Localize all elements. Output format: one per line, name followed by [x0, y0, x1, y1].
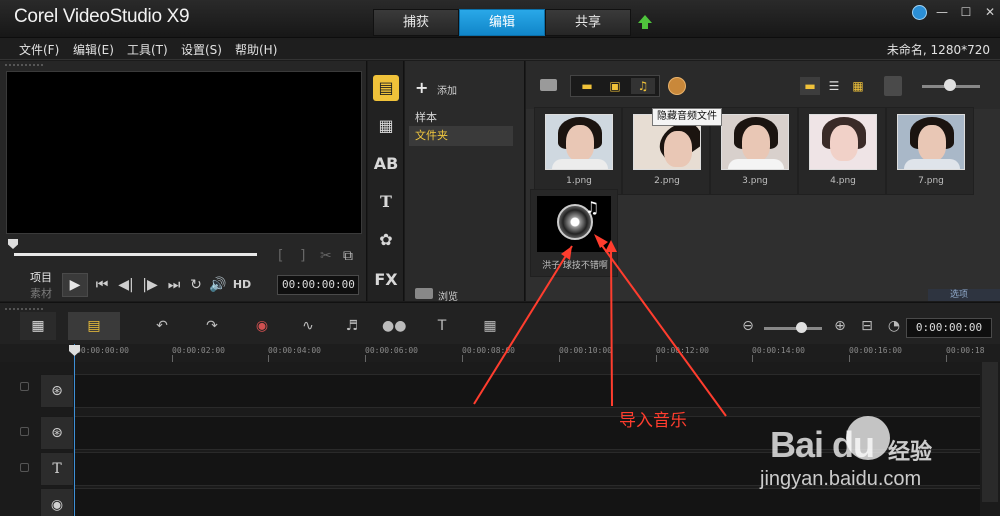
watermark-brand: Bai du — [770, 424, 875, 465]
annotation-arrow-head — [561, 246, 572, 260]
annotation-label: 导入音乐 — [619, 411, 687, 431]
annotation-arrow — [597, 239, 727, 417]
watermark-url: jingyan.baidu.com — [760, 468, 922, 490]
annotation-arrow — [473, 245, 573, 405]
annotation-arrow — [610, 245, 613, 407]
annotation-arrow-head — [594, 234, 608, 248]
watermark-product: 经验 — [888, 440, 933, 465]
